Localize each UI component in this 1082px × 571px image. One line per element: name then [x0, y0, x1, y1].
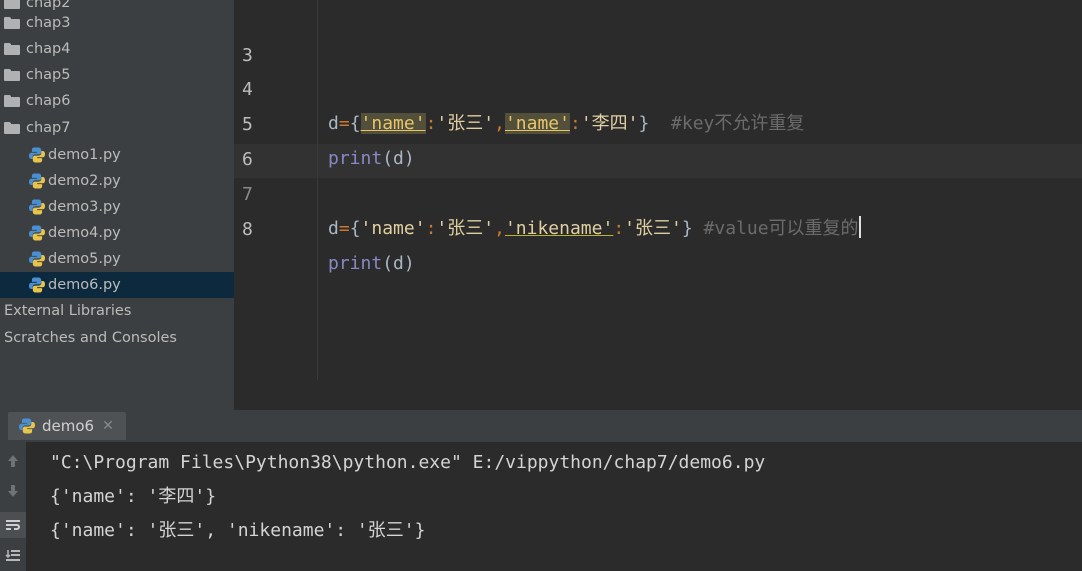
folder-icon	[4, 69, 20, 81]
text-caret	[858, 216, 861, 238]
run-tab-demo6[interactable]: demo6 ✕	[8, 412, 126, 440]
tree-item-label: demo6.py	[48, 277, 121, 293]
python-file-icon	[29, 173, 45, 189]
tree-item-label: chap6	[26, 93, 71, 109]
colon-token: :	[425, 218, 437, 239]
console-line-output: {'name': '张三', 'nikename': '张三'}	[50, 520, 426, 541]
run-console-output[interactable]: "C:\Program Files\Python38\python.exe" E…	[26, 442, 1082, 571]
python-file-icon	[29, 277, 45, 293]
python-file-icon	[29, 147, 45, 163]
tree-file-demo4[interactable]: demo4.py	[0, 220, 234, 246]
tree-folder-chap6[interactable]: chap6	[0, 88, 234, 114]
brace-token: }	[681, 218, 693, 239]
close-icon[interactable]: ✕	[102, 418, 114, 434]
line-number: 8	[242, 219, 253, 240]
string-token: '张三'	[624, 218, 682, 239]
tree-folder-chap4[interactable]: chap4	[0, 36, 234, 62]
run-tab-label: demo6	[42, 417, 95, 435]
soft-wrap-icon[interactable]	[0, 512, 26, 538]
tree-scratches-and-consoles[interactable]: Scratches and Consoles	[0, 325, 234, 351]
folder-icon	[4, 95, 20, 107]
run-toolbar	[0, 442, 26, 571]
up-arrow-icon[interactable]	[0, 448, 26, 474]
string-token: 'name'	[360, 218, 426, 239]
tree-file-demo6[interactable]: demo6.py	[0, 272, 234, 298]
run-panel-header: demo6 ✕	[0, 410, 1082, 442]
folder-icon	[4, 0, 20, 9]
code-editor[interactable]: 3 4 d={'name':'张三','name':'李四'} #key不允许重…	[234, 0, 1082, 380]
comma-token: ,	[494, 218, 505, 239]
tree-item-label: Scratches and Consoles	[4, 330, 177, 346]
tree-folder-chap3[interactable]: chap3	[0, 10, 234, 36]
folder-icon	[4, 122, 20, 134]
tree-item-label: chap3	[26, 15, 71, 31]
tree-file-demo1[interactable]: demo1.py	[0, 142, 234, 168]
builtin-token: print	[328, 253, 383, 274]
tree-item-label: chap7	[26, 120, 71, 136]
python-file-icon	[29, 225, 45, 241]
editor-bottom-area	[234, 380, 1082, 410]
code-line[interactable]: 3	[234, 5, 1082, 66]
python-file-icon	[29, 199, 45, 215]
code-text: print(d)	[328, 247, 415, 281]
tree-file-demo3[interactable]: demo3.py	[0, 194, 234, 220]
down-arrow-icon[interactable]	[0, 478, 26, 504]
tree-item-label: chap5	[26, 67, 71, 83]
scroll-to-end-icon[interactable]	[0, 542, 26, 568]
variable-token: d	[328, 218, 339, 239]
code-line[interactable]: 5 print(d)	[234, 74, 1082, 169]
comment-token: #value可以重复的	[703, 218, 859, 239]
args-token: (d)	[382, 253, 415, 274]
tree-item-label: demo4.py	[48, 225, 121, 241]
tree-external-libraries[interactable]: External Libraries	[0, 298, 234, 324]
code-text: d={'name':'张三','nikename':'张三'} #value可以…	[328, 212, 861, 246]
string-token: '张三'	[436, 218, 495, 239]
python-file-icon	[29, 251, 45, 267]
brace-token: {	[349, 218, 361, 239]
tree-item-label: demo3.py	[48, 199, 121, 215]
colon-token: :	[613, 218, 625, 239]
tree-file-demo2[interactable]: demo2.py	[0, 168, 234, 194]
python-run-icon	[19, 418, 35, 434]
tree-item-label: demo1.py	[48, 147, 121, 163]
folder-icon	[4, 17, 20, 29]
code-line-current[interactable]: 7 d={'name':'张三','nikename':'张三'} #value…	[234, 144, 1082, 239]
operator-token: =	[338, 218, 350, 239]
tree-item-label: demo2.py	[48, 173, 121, 189]
tree-item-label: chap4	[26, 41, 71, 57]
tree-folder-chap7[interactable]: chap7	[0, 115, 234, 141]
tree-item-label: External Libraries	[4, 303, 132, 319]
project-tree: chap2 chap3 chap4 chap5 chap6 chap7 demo…	[0, 0, 234, 410]
code-line[interactable]: 6	[234, 109, 1082, 170]
code-line[interactable]: 4 d={'name':'张三','name':'李四'} #key不允许重复	[234, 39, 1082, 134]
tree-folder-chap5[interactable]: chap5	[0, 62, 234, 88]
string-token: 'nikename'	[504, 218, 614, 239]
console-line-output: {'name': '李四'}	[50, 486, 217, 507]
tree-file-demo5[interactable]: demo5.py	[0, 246, 234, 272]
console-line-command: "C:\Program Files\Python38\python.exe" E…	[50, 452, 766, 473]
code-line[interactable]: 8 print(d)	[234, 179, 1082, 274]
folder-icon	[4, 43, 20, 55]
tree-item-label: demo5.py	[48, 251, 121, 267]
